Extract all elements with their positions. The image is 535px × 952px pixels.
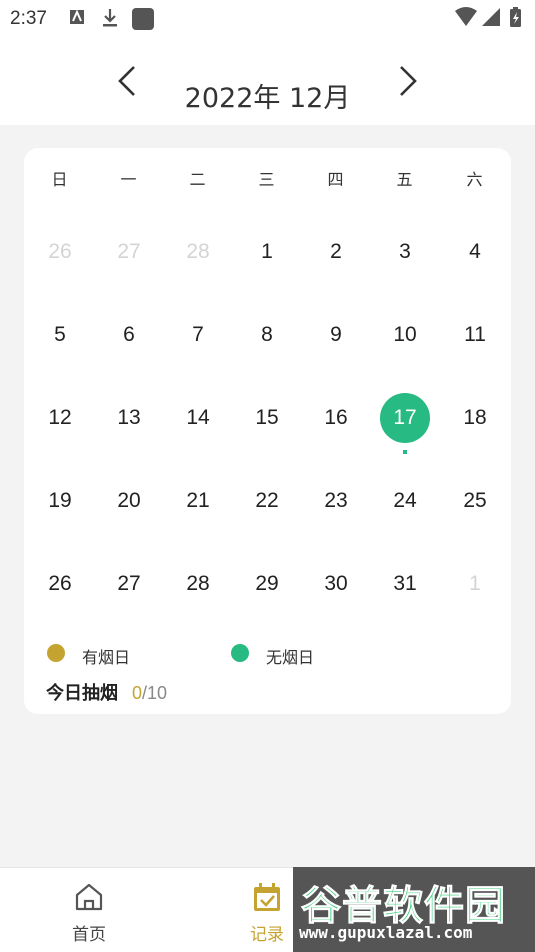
month-title: 2022年 12月 (184, 83, 351, 114)
calendar-day-selected[interactable]: 17 (380, 393, 430, 443)
smoke-free-day-dot (231, 644, 249, 662)
calendar-day[interactable]: 25 (450, 476, 500, 526)
calendar-day[interactable]: 5 (35, 310, 85, 360)
today-smoking-row: 今日抽烟 0/10 (46, 679, 167, 705)
calendar-day[interactable]: 19 (35, 476, 85, 526)
calendar-day[interactable]: 28 (173, 227, 223, 277)
signal-battery-icons (455, 7, 521, 27)
legend: 有烟日 无烟日 (24, 642, 511, 667)
month-header: 2022年 12月 (0, 36, 535, 125)
calendar-day[interactable]: 4 (450, 227, 500, 277)
calendar-day[interactable]: 26 (35, 559, 85, 609)
download-icon (103, 9, 117, 27)
smoke-free-day-label: 无烟日 (266, 648, 315, 667)
calendar-day[interactable]: 2 (311, 227, 361, 277)
today-current-count: 0 (132, 683, 143, 703)
calendar-day[interactable]: 10 (380, 310, 430, 360)
calendar-day[interactable]: 8 (242, 310, 292, 360)
chevron-right-icon (400, 66, 417, 96)
weekday-label: 五 (396, 170, 413, 189)
calendar-day[interactable]: 13 (104, 393, 154, 443)
watermark-url: www.gupuxlazal.com (299, 923, 473, 942)
weekday-label: 四 (327, 170, 344, 189)
watermark-overlay: 谷普软件园 www.gupuxlazal.com (293, 867, 535, 952)
today-total-count: /10 (142, 683, 168, 703)
status-right (455, 7, 525, 33)
calendar-day[interactable]: 31 (380, 559, 430, 609)
calendar-day[interactable]: 23 (311, 476, 361, 526)
calendar-day[interactable]: 16 (311, 393, 361, 443)
smoking-day-label: 有烟日 (82, 648, 131, 667)
calendar-day[interactable]: 11 (450, 310, 500, 360)
app-notification-icon (132, 8, 154, 30)
status-bar: 2:37 (0, 0, 535, 36)
smoking-day-dot (47, 644, 65, 662)
calendar-day[interactable]: 28 (173, 559, 223, 609)
calendar-card: 日一二三四五六 26 27 28 1 2 3 4 5 6 7 8 9 10 11 12 13 14 15 16 17 1… (24, 148, 511, 714)
calendar-day[interactable]: 7 (173, 310, 223, 360)
calendar-day[interactable]: 27 (104, 227, 154, 277)
weekday-label: 一 (120, 170, 137, 189)
calendar-day[interactable]: 26 (35, 227, 85, 277)
calendar-day[interactable]: 27 (104, 559, 154, 609)
calendar-day[interactable]: 3 (380, 227, 430, 277)
calendar-day[interactable]: 30 (311, 559, 361, 609)
smoke-free-marker (403, 450, 407, 454)
today-smoking-label: 今日抽烟 (46, 683, 118, 704)
calendar-day[interactable]: 18 (450, 393, 500, 443)
weekday-header-row: 日一二三四五六 (24, 166, 511, 190)
tab-home[interactable]: 首页 (0, 868, 178, 952)
cell-signal-icon (482, 8, 500, 26)
calendar-day[interactable]: 12 (35, 393, 85, 443)
weekday-label: 二 (189, 170, 206, 189)
calendar-day[interactable]: 15 (242, 393, 292, 443)
next-month-button[interactable] (387, 61, 427, 101)
status-time: 2:37 (10, 8, 47, 29)
weekday-label: 日 (51, 170, 68, 189)
calendar-day[interactable]: 22 (242, 476, 292, 526)
calendar-day[interactable]: 24 (380, 476, 430, 526)
calendar-day[interactable]: 9 (311, 310, 361, 360)
weekday-label: 六 (466, 170, 483, 189)
calendar-day[interactable]: 21 (173, 476, 223, 526)
calendar-check-icon (254, 883, 280, 911)
calendar-day[interactable]: 1 (450, 559, 500, 609)
a-notification-icon (70, 9, 84, 24)
weekday-label: 三 (258, 170, 275, 189)
tab-home-label: 首页 (72, 925, 106, 945)
calendar-day[interactable]: 29 (242, 559, 292, 609)
calendar-day[interactable]: 14 (173, 393, 223, 443)
calendar-day[interactable]: 20 (104, 476, 154, 526)
wifi-icon (455, 7, 477, 26)
today-smoking-count: 0/10 (132, 683, 167, 703)
home-icon (75, 883, 103, 911)
calendar-day[interactable]: 1 (242, 227, 292, 277)
calendar-day[interactable]: 6 (104, 310, 154, 360)
